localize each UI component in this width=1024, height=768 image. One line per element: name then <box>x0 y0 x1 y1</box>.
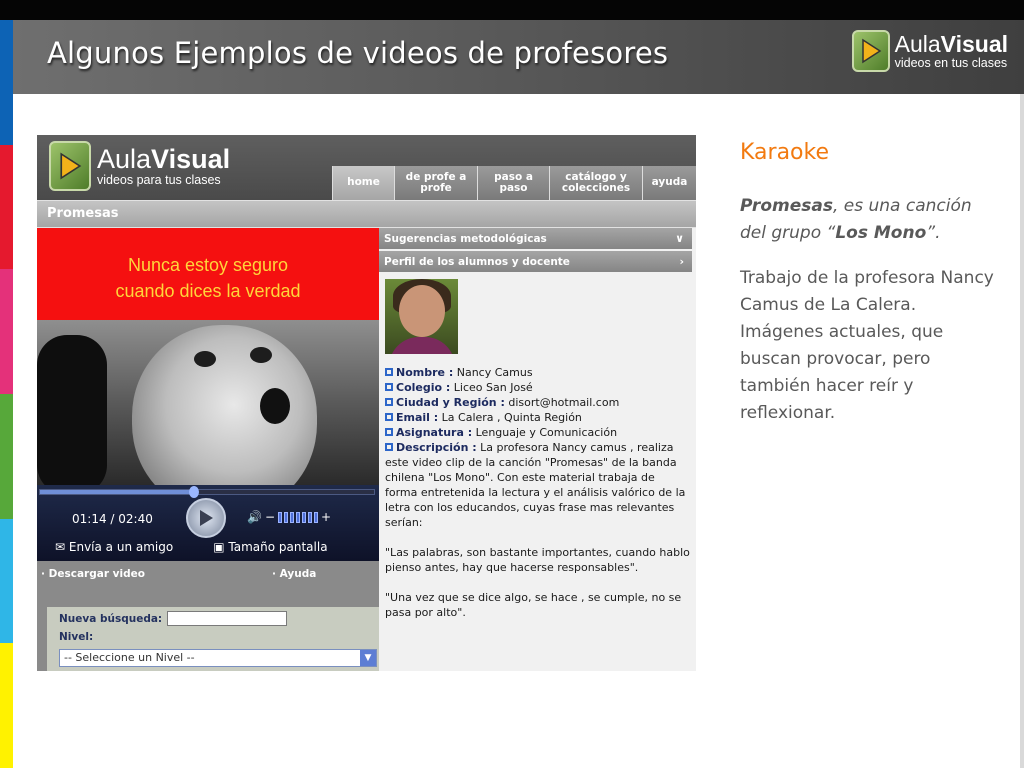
slide-description: Karaoke Promesas, es una canción del gru… <box>740 140 995 427</box>
tab-home[interactable]: home <box>332 166 394 200</box>
song-end: ”. <box>926 223 941 243</box>
video-actions: · Descargar video · Ayuda <box>37 561 379 607</box>
video-lyrics: Nunca estoy seguro cuando dices la verda… <box>37 252 379 304</box>
quote-1: "Las palabras, son bastante importantes,… <box>385 546 690 574</box>
eye <box>194 351 216 367</box>
video-image <box>37 320 379 485</box>
stripe-blue <box>0 20 13 145</box>
site-nav-tabs: home de profe a profe paso a paso catálo… <box>332 166 696 200</box>
bullet-icon <box>385 368 393 376</box>
website-screenshot: AulaVisual videos para tus clases home d… <box>37 135 696 671</box>
karaoke-heading: Karaoke <box>740 140 829 165</box>
slide-header: Algunos Ejemplos de videos de profesores… <box>13 20 1024 94</box>
screen-size-label: Tamaño pantalla <box>228 540 328 554</box>
volume-control: 🔊 − + <box>247 510 331 524</box>
tab-ayuda[interactable]: ayuda <box>642 166 696 200</box>
screen-icon: ▣ <box>213 540 225 554</box>
seek-progress <box>40 490 194 494</box>
site-tagline: videos para tus clases <box>97 172 221 187</box>
volume-down-icon[interactable]: − <box>265 510 275 524</box>
bullet-icon <box>385 428 393 436</box>
teacher-photo <box>385 279 458 354</box>
mouth <box>260 388 290 424</box>
profile-asignatura: Asignatura : Lenguaje y Comunicación <box>385 425 690 440</box>
bullet-icon <box>385 443 393 451</box>
info-panel: Sugerencias metodológicas ∨ Perfil de lo… <box>379 228 696 671</box>
work-description: Trabajo de la profesora Nancy Camus de L… <box>740 268 994 423</box>
profile-email: Email : La Calera , Quinta Región <box>385 410 690 425</box>
profile-descripcion: Descripción : La profesora Nancy camus ,… <box>385 441 686 529</box>
stripe-red <box>0 144 13 270</box>
profile-colegio: Colegio : Liceo San José <box>385 380 690 395</box>
stripe-pink <box>0 269 13 395</box>
seek-bar[interactable] <box>39 486 375 498</box>
brand-name-bold: Visual <box>940 30 1008 57</box>
brand-name-light: Aula <box>894 30 941 57</box>
chevron-down-icon: ∨ <box>675 232 684 245</box>
volume-up-icon[interactable]: + <box>321 510 331 524</box>
brand-tagline: videos en tus clases <box>894 55 1008 70</box>
envelope-icon: ✉ <box>55 540 66 554</box>
song-title: Promesas <box>740 196 833 216</box>
lyric-line-1: Nunca estoy seguro <box>127 255 289 275</box>
tab-catalogo[interactable]: catálogo y colecciones <box>549 166 642 200</box>
speaker-icon[interactable]: 🔊 <box>247 510 262 524</box>
stripe-yellow <box>0 643 13 768</box>
band-name: Los Mono <box>835 223 927 243</box>
teacher-profile: Nombre : Nancy Camus Colegio : Liceo San… <box>385 365 690 620</box>
accordion-suggestions-label: Sugerencias metodológicas <box>384 233 547 245</box>
video-player-controls: 01:14 / 02:40 🔊 − + ✉ Envía a un amigo ▣… <box>37 485 379 561</box>
screen-size-link[interactable]: ▣ Tamaño pantalla <box>213 540 327 554</box>
accordion-profile[interactable]: Perfil de los alumnos y docente › <box>379 251 692 274</box>
play-icon <box>200 510 213 526</box>
video-frame[interactable]: Nunca estoy seguro cuando dices la verda… <box>37 228 379 485</box>
profile-ciudad: Ciudad y Región : disort@hotmail.com <box>385 395 690 410</box>
bullet-icon <box>385 398 393 406</box>
level-selected-value: -- Seleccione un Nivel -- <box>64 651 195 664</box>
send-label: Envía a un amigo <box>68 540 174 554</box>
slide-title: Algunos Ejemplos de videos de profesores <box>47 36 669 70</box>
bullet-icon <box>385 413 393 421</box>
search-panel: Nueva búsqueda: Nivel: -- Seleccione un … <box>37 607 379 671</box>
download-video-link[interactable]: · Descargar video <box>41 568 145 580</box>
section-title: Promesas <box>37 201 696 227</box>
top-black-bar <box>0 0 1024 20</box>
stripe-cyan <box>0 518 13 644</box>
site-logo[interactable]: AulaVisual videos para tus clases <box>49 141 230 191</box>
color-stripes <box>0 20 13 768</box>
chevron-right-icon: › <box>679 255 684 268</box>
bullet-icon <box>385 383 393 391</box>
song-info: Promesas, es una canción del grupo “Los … <box>740 193 995 247</box>
right-border <box>1020 94 1024 768</box>
search-label: Nueva búsqueda: <box>59 613 163 625</box>
tab-de-profe[interactable]: de profe a profe <box>394 166 477 200</box>
chevron-down-icon[interactable]: ▼ <box>360 650 376 666</box>
player-links: ✉ Envía a un amigo ▣ Tamaño pantalla <box>55 540 328 554</box>
volume-level[interactable] <box>278 511 319 523</box>
site-brand-bold: Visual <box>151 143 231 174</box>
site-header: AulaVisual videos para tus clases home d… <box>37 135 696 200</box>
eye <box>250 347 272 363</box>
level-select[interactable]: -- Seleccione un Nivel -- ▼ <box>59 649 377 667</box>
child-face <box>132 325 317 485</box>
play-icon <box>49 141 91 191</box>
accordion-suggestions[interactable]: Sugerencias metodológicas ∨ <box>379 228 692 251</box>
time-display: 01:14 / 02:40 <box>72 512 153 526</box>
profile-nombre: Nombre : Nancy Camus <box>385 365 690 380</box>
quote-2: "Una vez que se dice algo, se hace , se … <box>385 591 682 619</box>
play-button[interactable] <box>186 498 226 538</box>
lyric-line-2: cuando dices la verdad <box>115 281 301 301</box>
accordion-profile-label: Perfil de los alumnos y docente <box>384 256 570 268</box>
play-icon <box>851 30 890 72</box>
seek-handle[interactable] <box>188 486 199 498</box>
help-link[interactable]: · Ayuda <box>272 568 316 580</box>
site-brand-light: Aula <box>97 143 152 174</box>
brand-logo: AulaVisual videos en tus clases <box>851 30 1008 72</box>
telephone-receiver <box>37 335 107 485</box>
level-label: Nivel: <box>59 631 94 643</box>
stripe-green <box>0 394 13 519</box>
tab-paso-a-paso[interactable]: paso a paso <box>477 166 549 200</box>
send-to-friend-link[interactable]: ✉ Envía a un amigo <box>55 540 173 554</box>
search-input[interactable] <box>167 611 287 626</box>
